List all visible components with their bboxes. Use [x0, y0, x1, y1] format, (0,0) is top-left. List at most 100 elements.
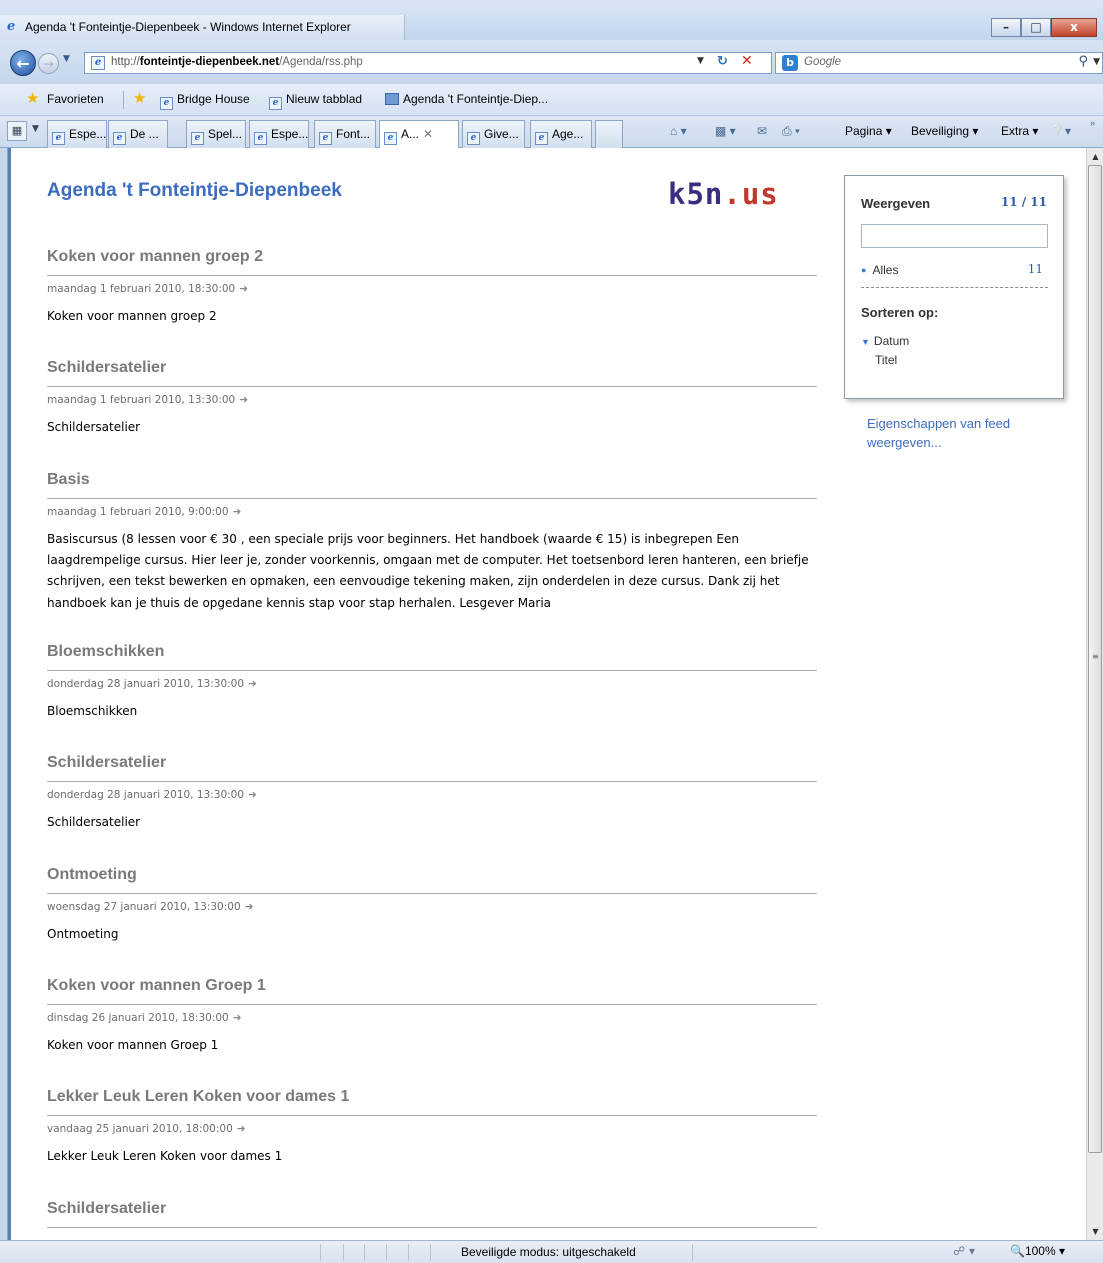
status-divider	[364, 1244, 365, 1261]
fav-link-nieuw-tabblad[interactable]: e Nieuw tabblad	[269, 92, 362, 110]
tab-active[interactable]: e A... ✕	[379, 120, 459, 149]
address-dropdown-icon[interactable]: ▼	[697, 56, 704, 66]
add-favorite-icon[interactable]: ★	[133, 89, 146, 107]
quick-tabs-icon[interactable]: ▦	[7, 121, 27, 141]
entry-title-link[interactable]: Koken voor mannen Groep 1	[47, 977, 817, 1005]
stop-icon[interactable]: ✕	[741, 53, 753, 69]
tab-list-dropdown-icon[interactable]: ▼	[32, 124, 39, 134]
favorites-bar: ★ Favorieten ★ e Bridge House e Nieuw tabb…	[0, 84, 1103, 116]
entry-date: donderdag 28 januari 2010, 13:30:00 ➜	[47, 677, 257, 690]
arrow-right-icon[interactable]: ➜	[248, 678, 257, 690]
zoom-control[interactable]: 🔍100% ▾	[1010, 1244, 1065, 1258]
print-icon[interactable]: ⎙ ▾	[782, 124, 800, 139]
status-divider	[408, 1244, 409, 1261]
filter-all-link[interactable]: ● Alles	[861, 263, 898, 277]
arrow-right-icon[interactable]: ➜	[248, 789, 257, 801]
entry-title-link[interactable]: Schildersatelier	[47, 1200, 817, 1228]
feed-properties-link[interactable]: Eigenschappen van feed weergeven...	[867, 414, 1067, 452]
scroll-up-icon[interactable]: ▲	[1087, 148, 1103, 165]
forward-button[interactable]: →	[38, 53, 59, 74]
entry-title-link[interactable]: Lekker Leuk Leren Koken voor dames 1	[47, 1088, 817, 1117]
vertical-scrollbar[interactable]: ▲ ≡ ▼	[1086, 148, 1103, 1240]
tab-5[interactable]: e Font...	[314, 120, 376, 148]
help-icon[interactable]: ❔▾	[1050, 124, 1071, 138]
feed-icon	[385, 93, 399, 105]
entry-description: Lekker Leuk Leren Koken voor dames 1	[47, 1149, 283, 1164]
entry-description: Bloemschikken	[47, 703, 138, 718]
close-tab-icon[interactable]: ✕	[423, 127, 433, 141]
scroll-down-icon[interactable]: ▼	[1087, 1223, 1103, 1240]
all-count: 11	[1027, 262, 1043, 276]
scroll-thumb[interactable]: ≡	[1088, 165, 1102, 1153]
minimize-button[interactable]: –	[991, 18, 1021, 37]
extra-menu[interactable]: Extra ▾	[1001, 124, 1038, 138]
entry-description: Schildersatelier	[47, 420, 141, 435]
more-commands-icon[interactable]: »	[1090, 118, 1095, 128]
ie-page-icon: e	[254, 132, 267, 145]
fav-link-bridge-house[interactable]: e Bridge House	[160, 92, 250, 110]
search-dropdown-icon[interactable]: ▼	[1093, 57, 1100, 67]
refresh-icon[interactable]: ↻	[717, 54, 728, 69]
new-tab-button[interactable]	[595, 120, 623, 148]
security-menu[interactable]: Beveiliging ▾	[911, 124, 978, 138]
fav-link-agenda[interactable]: Agenda 't Fonteintje-Diep...	[385, 92, 548, 106]
page-title[interactable]: Agenda 't Fonteintje-Diepenbeek	[47, 180, 342, 202]
address-url[interactable]: http://fonteintje-diepenbeek.net/Agenda/…	[111, 56, 363, 68]
arrow-right-icon[interactable]: ➜	[239, 283, 248, 295]
feed-entry: Ontmoeting woensdag 27 januari 2010, 13:…	[47, 866, 817, 977]
tab-1[interactable]: e Espe...	[47, 120, 107, 148]
feed-filter-panel: Weergeven 11 / 11 ● Alles 11 Sorteren op:…	[844, 175, 1064, 399]
address-bar[interactable]: e http://fonteintje-diepenbeek.net/Agend…	[84, 52, 772, 74]
tab-4[interactable]: e Espe...	[249, 120, 309, 148]
tab-bar: ▦ ▼ e Espe... e De ... e Spel... e Espe... e…	[0, 116, 1103, 149]
tab-7[interactable]: e Give...	[462, 120, 525, 148]
entry-title-link[interactable]: Schildersatelier	[47, 359, 817, 388]
status-divider	[692, 1244, 693, 1261]
sort-desc-icon: ▼	[861, 337, 870, 347]
page-menu[interactable]: Pagina ▾	[845, 124, 892, 138]
entry-description: Ontmoeting	[47, 926, 119, 941]
grip-icon: ≡	[1092, 652, 1099, 661]
tab-8[interactable]: e Age...	[530, 120, 592, 148]
close-button[interactable]: x	[1051, 18, 1097, 37]
browser-window: e Agenda 't Fonteintje-Diepenbeek - Wind…	[0, 0, 1103, 1263]
ie-page-icon: e	[467, 132, 480, 145]
back-button[interactable]: ←	[10, 50, 36, 76]
favorites-button[interactable]: Favorieten	[47, 92, 104, 106]
search-placeholder[interactable]: Google	[804, 56, 841, 68]
zone-icon[interactable]: ☍ ▾	[953, 1244, 975, 1258]
arrow-right-icon[interactable]: ➜	[245, 901, 254, 913]
entry-description: Koken voor mannen groep 2	[47, 309, 217, 323]
maximize-button[interactable]: □	[1021, 18, 1051, 37]
entry-title-link[interactable]: Koken voor mannen groep 2	[47, 248, 817, 276]
entry-description: Koken voor mannen Groep 1	[47, 1037, 219, 1052]
sort-by-title[interactable]: Titel	[875, 353, 897, 367]
arrow-right-icon[interactable]: ➜	[239, 394, 248, 406]
filter-input[interactable]	[861, 224, 1048, 248]
ie-page-icon: e	[52, 132, 65, 145]
arrow-right-icon[interactable]: ➜	[237, 1123, 246, 1135]
feed-entries: Koken voor mannen groep 2 maandag 1 febr…	[47, 248, 817, 1240]
frame-edge	[8, 148, 11, 1240]
entry-title-link[interactable]: Basis	[47, 471, 817, 499]
entry-title-link[interactable]: Bloemschikken	[47, 643, 817, 671]
entry-title-link[interactable]: Schildersatelier	[47, 754, 817, 783]
feeds-icon[interactable]: ▩ ▾	[715, 124, 736, 138]
protected-mode-status[interactable]: Beveiligde modus: uitgeschakeld	[461, 1245, 636, 1259]
mail-icon[interactable]: ✉	[757, 124, 767, 138]
ie-page-icon: e	[319, 132, 332, 145]
sort-by-date[interactable]: ▼ Datum	[861, 334, 909, 348]
search-icon[interactable]: ⚲	[1078, 54, 1088, 69]
arrow-right-icon[interactable]: ➜	[233, 1012, 242, 1024]
search-box[interactable]: b Google ⚲ ▼	[775, 52, 1103, 74]
arrow-right-icon[interactable]: ➜	[233, 506, 242, 518]
feed-entry: Koken voor mannen groep 2 maandag 1 febr…	[47, 248, 817, 359]
favorites-star-icon[interactable]: ★	[26, 89, 39, 107]
entry-title-link[interactable]: Ontmoeting	[47, 866, 817, 894]
history-dropdown-icon[interactable]: ▼	[63, 54, 70, 64]
tab-2[interactable]: e De ...	[108, 120, 168, 148]
entry-date: donderdag 28 januari 2010, 13:30:00 ➜	[47, 789, 257, 802]
tab-3[interactable]: e Spel...	[186, 120, 246, 148]
feed-entry: Schildersatelier	[47, 1200, 817, 1240]
home-icon[interactable]: ⌂ ▾	[670, 124, 687, 138]
